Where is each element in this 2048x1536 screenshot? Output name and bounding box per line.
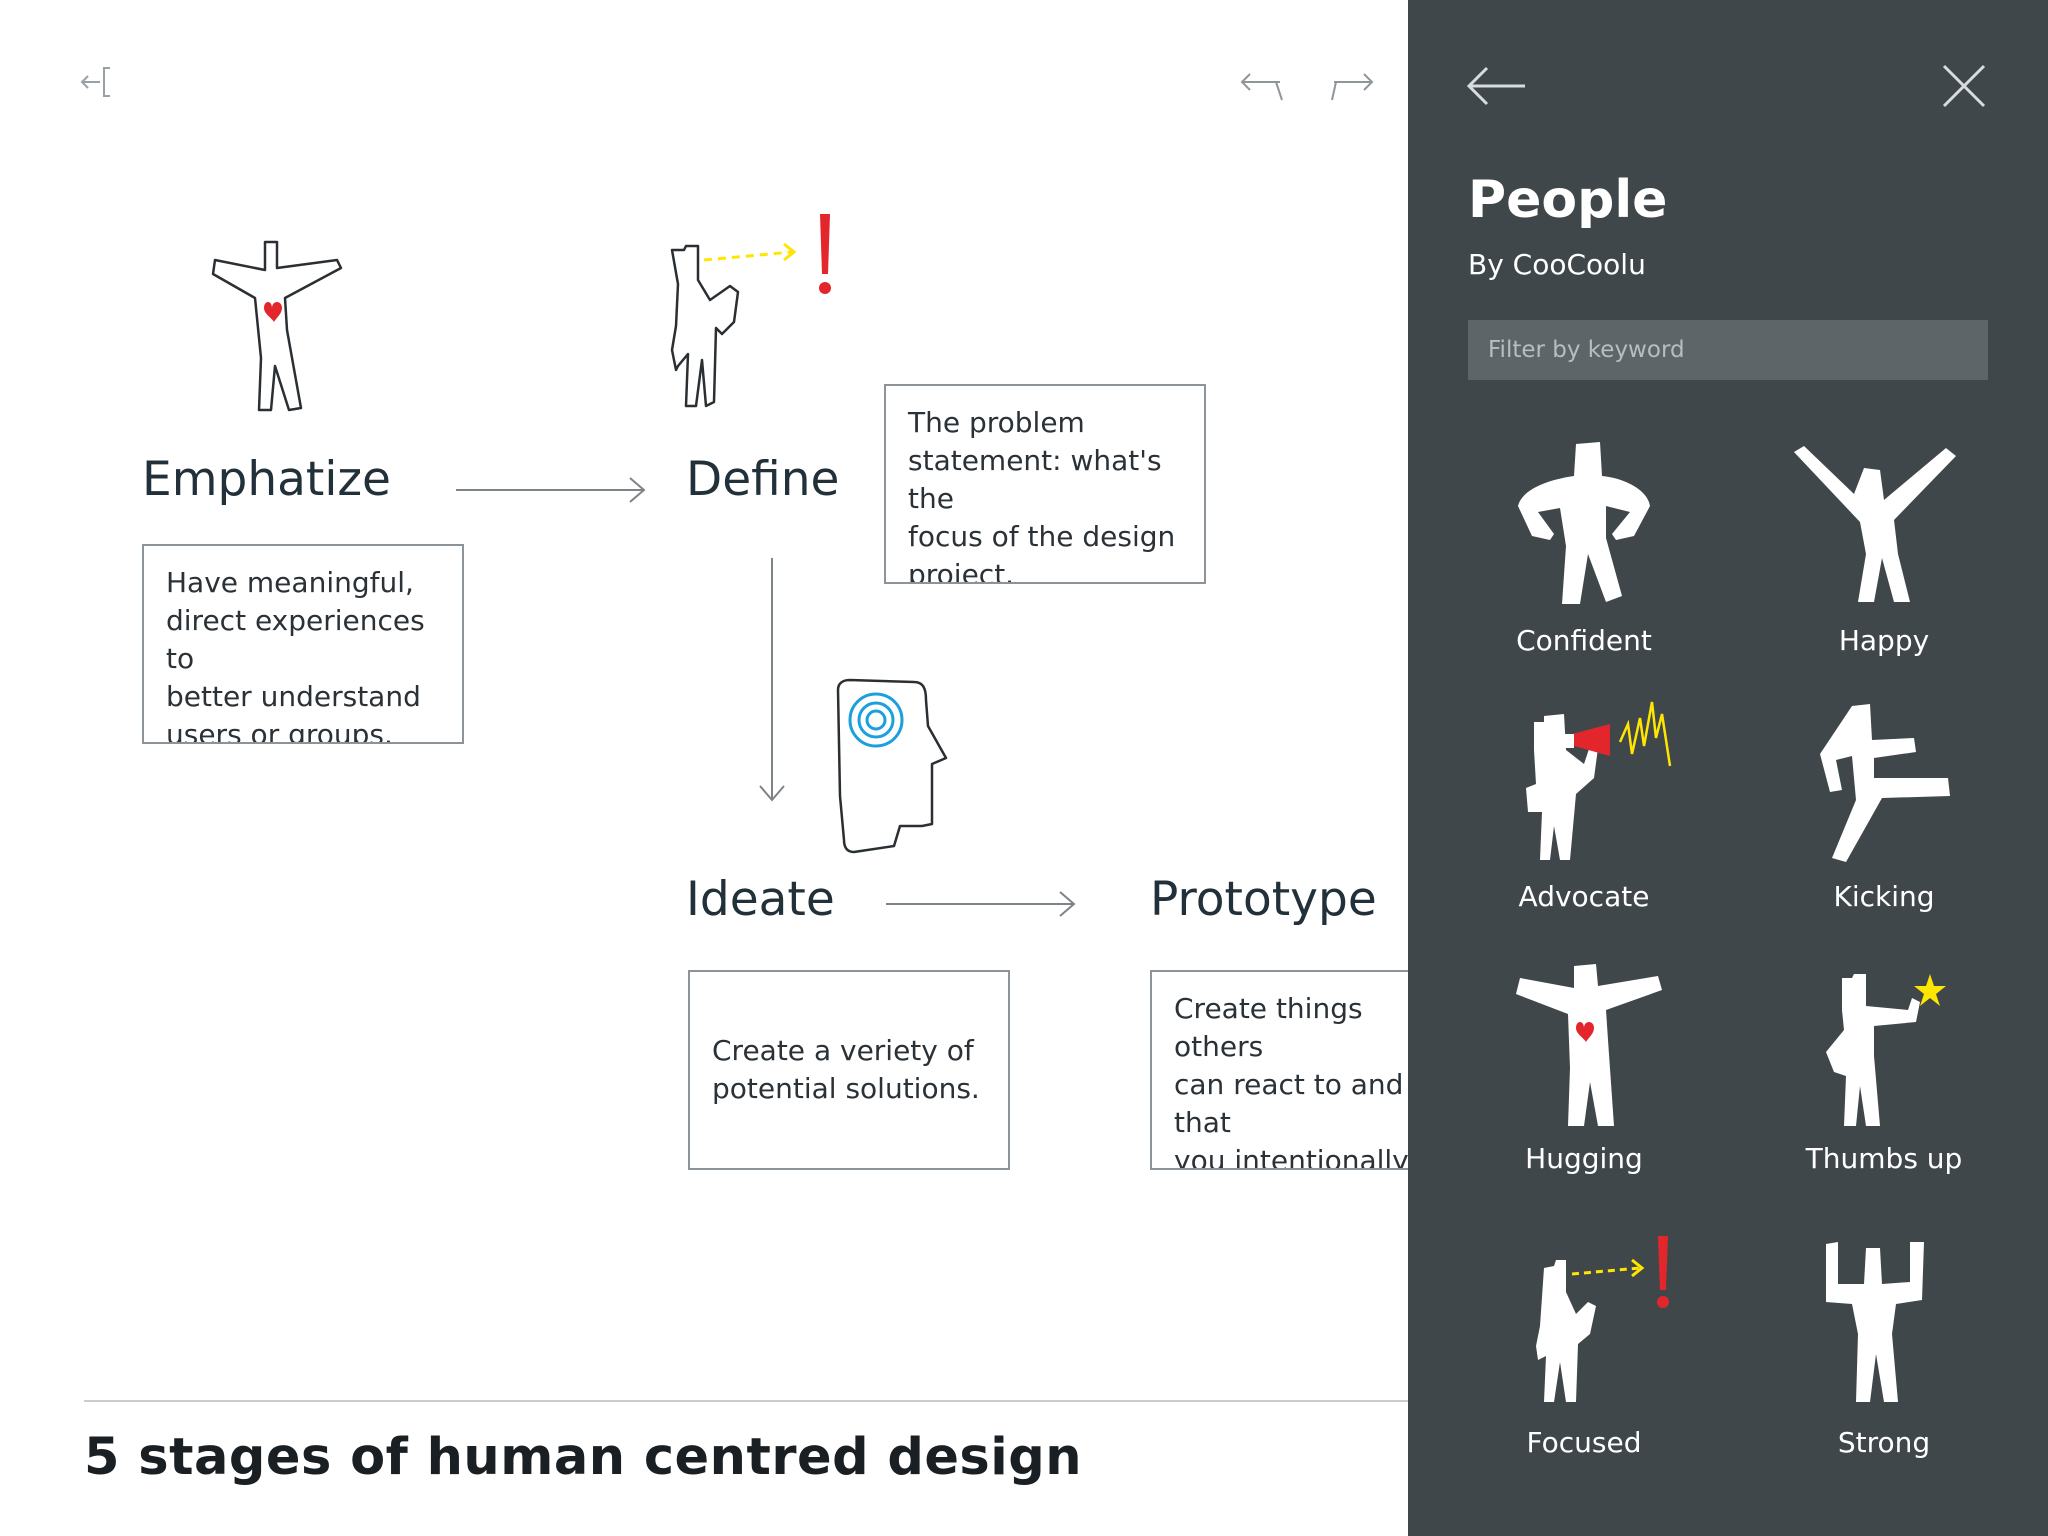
happy-figure-icon xyxy=(1794,446,1956,602)
emphatize-figure-icon xyxy=(211,240,343,412)
undo-button[interactable] xyxy=(1236,56,1292,112)
icon-tile-strong[interactable]: Strong xyxy=(1734,1230,2034,1480)
footer-divider xyxy=(84,1400,1408,1402)
hugging-figure-icon xyxy=(1516,964,1662,1126)
redo-button[interactable] xyxy=(1322,56,1378,112)
icon-tile-focused[interactable]: Focused xyxy=(1434,1230,1734,1480)
icon-label-confident: Confident xyxy=(1516,624,1652,657)
back-arrow-icon xyxy=(1466,66,1525,106)
stage-title-emphatize[interactable]: Emphatize xyxy=(142,452,391,507)
collapse-panel-button[interactable] xyxy=(72,54,128,110)
icon-label-advocate: Advocate xyxy=(1518,880,1650,913)
stage-description-define[interactable]: The problem statement: what's the focus … xyxy=(884,384,1206,584)
icon-tile-thumbs-up[interactable]: Thumbs up xyxy=(1734,956,2034,1206)
close-icon xyxy=(1942,64,1986,108)
icon-library-panel: People By CooCoolu Confident Happy Advoc… xyxy=(1408,0,2048,1536)
focused-figure-icon xyxy=(1536,1236,1669,1402)
icon-tile-confident[interactable]: Confident xyxy=(1434,436,1734,686)
icon-label-hugging: Hugging xyxy=(1525,1142,1643,1175)
arrow-define-to-ideate xyxy=(759,558,785,802)
icon-tile-happy[interactable]: Happy xyxy=(1734,436,2034,686)
icon-label-focused: Focused xyxy=(1526,1426,1642,1459)
panel-back-button[interactable] xyxy=(1462,58,1532,114)
undo-icon xyxy=(1240,73,1283,101)
icon-label-kicking: Kicking xyxy=(1833,880,1935,913)
icon-tile-advocate[interactable]: Advocate xyxy=(1434,694,1734,944)
filter-keyword-input[interactable] xyxy=(1468,320,1988,380)
icon-label-happy: Happy xyxy=(1838,624,1930,657)
stage-title-ideate[interactable]: Ideate xyxy=(686,872,835,927)
thumbs-up-figure-icon xyxy=(1826,974,1946,1126)
kicking-figure-icon xyxy=(1820,704,1950,862)
redo-icon xyxy=(1331,73,1374,101)
icon-tile-hugging[interactable]: Hugging xyxy=(1434,956,1734,1206)
arrow-emphatize-to-define xyxy=(456,477,646,503)
define-figure-icon xyxy=(670,214,831,408)
ideate-figure-icon xyxy=(836,678,948,854)
advocate-figure-icon xyxy=(1526,701,1672,860)
stage-description-ideate[interactable]: Create a veriety of potential solutions. xyxy=(688,970,1010,1170)
panel-title: People xyxy=(1468,170,1668,230)
strong-figure-icon xyxy=(1826,1242,1924,1402)
document-title[interactable]: 5 stages of human centred design xyxy=(84,1428,1082,1487)
arrow-ideate-to-prototype xyxy=(886,891,1076,917)
icon-label-thumbs-up: Thumbs up xyxy=(1805,1142,1963,1175)
stage-title-define[interactable]: Define xyxy=(686,452,839,507)
panel-author: By CooCoolu xyxy=(1468,248,1646,281)
stage-title-prototype[interactable]: Prototype xyxy=(1150,872,1377,927)
collapse-panel-icon xyxy=(80,67,110,97)
icon-tile-kicking[interactable]: Kicking xyxy=(1734,694,2034,944)
icon-label-strong: Strong xyxy=(1837,1426,1931,1459)
panel-close-button[interactable] xyxy=(1936,58,1992,114)
confident-figure-icon xyxy=(1518,442,1650,604)
stage-description-emphatize[interactable]: Have meaningful, direct experiences to b… xyxy=(142,544,464,744)
